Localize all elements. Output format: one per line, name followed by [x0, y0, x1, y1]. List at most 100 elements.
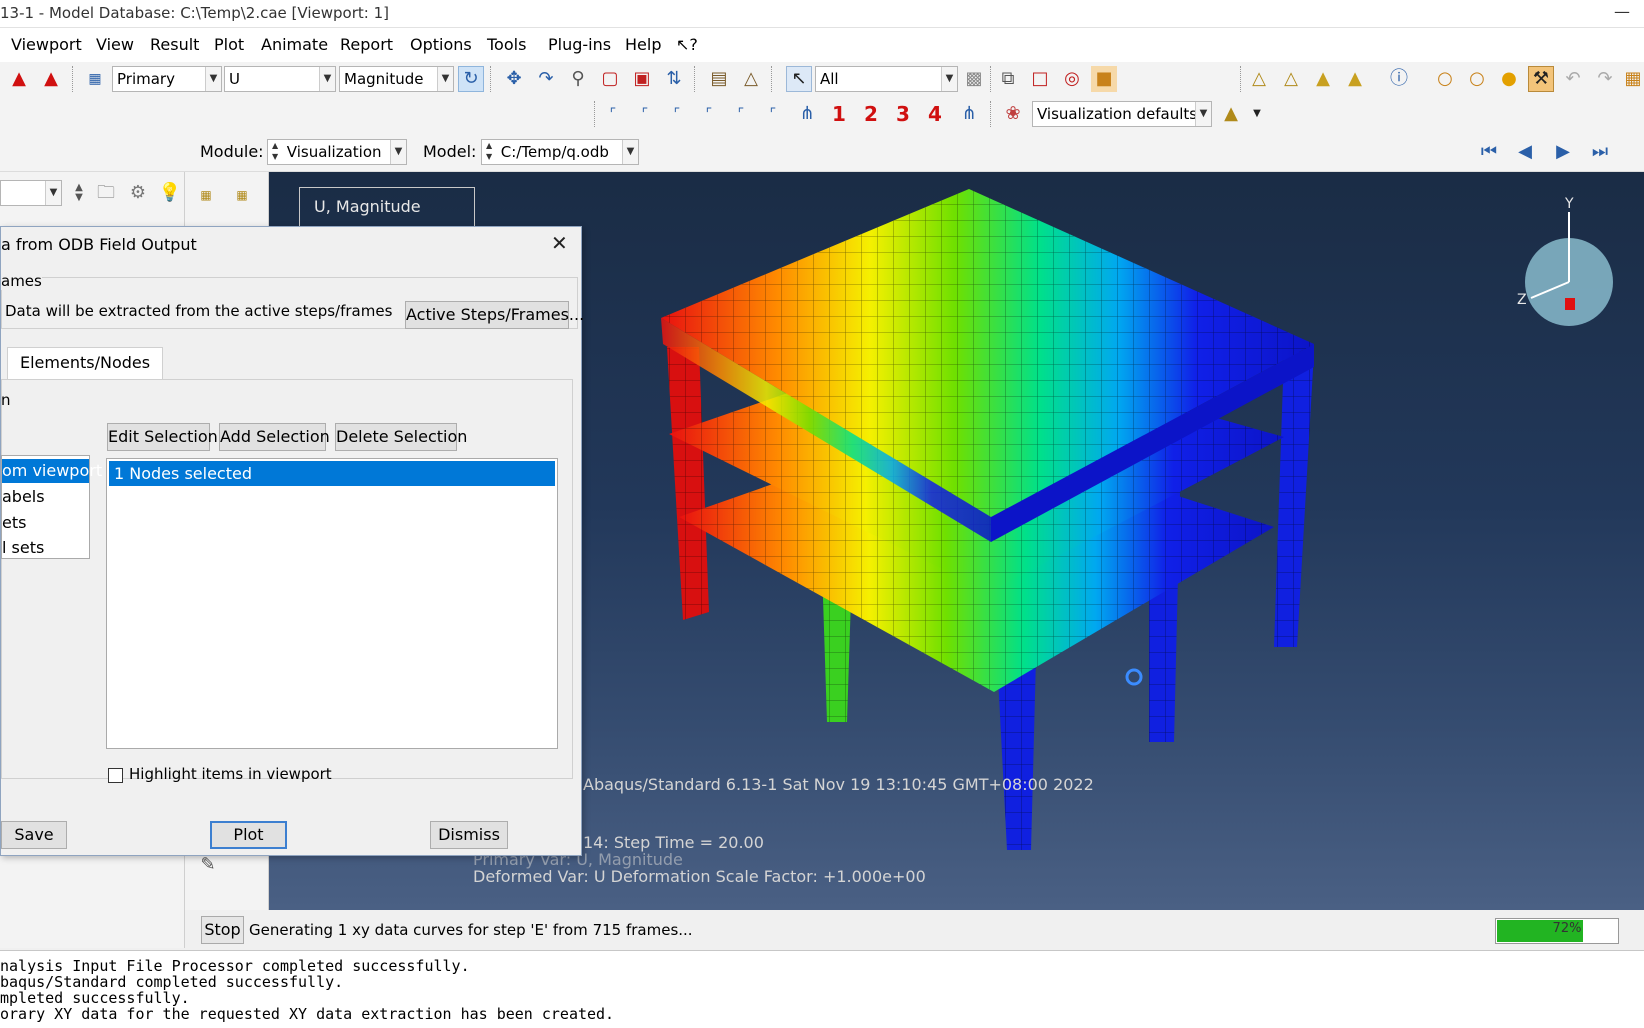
view-front-icon[interactable]: ⌜ [600, 101, 626, 127]
chevron-down-icon: ▼ [390, 140, 406, 164]
lightbulb-icon[interactable]: 💡 [157, 180, 183, 206]
chevron-down-icon: ▼ [941, 67, 957, 91]
zoom-icon[interactable]: ⚲ [565, 66, 591, 92]
add-selection-button[interactable]: Add Selection [219, 423, 330, 451]
next-frame-icon[interactable]: ▶ [1550, 139, 1576, 165]
model-select[interactable]: ▲ ▼ C:/Temp/q.odb ▼ [481, 139, 639, 165]
close-icon[interactable]: ✕ [551, 231, 568, 255]
module-select[interactable]: ▲ ▼ Visualization ▼ [267, 139, 407, 165]
overlay-icon[interactable]: ○ [1432, 66, 1458, 92]
shaded-icon[interactable]: ▲ [1342, 66, 1368, 92]
step-info: 14: Step Time = 20.00 Primary Var: U, Ma… [473, 834, 926, 885]
view-bottom-icon[interactable]: ⌜ [696, 101, 722, 127]
minimize-button[interactable]: — [1614, 2, 1630, 21]
first-frame-icon[interactable]: ⏮ [1476, 139, 1502, 165]
menu-bar: Viewport View Result Plot Animate Report… [0, 28, 1644, 62]
stop-button[interactable]: Stop [201, 916, 244, 944]
user-view-3-button[interactable]: 3 [890, 101, 916, 127]
menu-options[interactable]: Options [410, 35, 472, 54]
auto-fit-icon[interactable]: ▣ [629, 66, 655, 92]
color-palette-icon[interactable]: ❀ [1000, 101, 1026, 127]
menu-context-help[interactable]: ↖? [676, 35, 698, 54]
replace-selected-icon[interactable]: ⧉ [995, 66, 1021, 92]
viewport-menu-icon[interactable]: ▦ [1620, 66, 1644, 92]
last-frame-icon[interactable]: ⏭ [1587, 139, 1613, 165]
open-odb-icon[interactable]: ▲ [38, 66, 64, 92]
menu-report[interactable]: Report [340, 35, 393, 54]
selected-node-marker[interactable] [1125, 668, 1143, 686]
spin-arrows-icon: ▲ ▼ [486, 141, 493, 161]
list-item[interactable]: l sets [2, 536, 44, 560]
menu-plot[interactable]: Plot [214, 35, 244, 54]
highlight-checkbox[interactable] [108, 768, 123, 783]
sphere-icon[interactable]: ● [1496, 66, 1522, 92]
list-item[interactable]: abels [2, 485, 45, 509]
field-output-icon[interactable]: ▦ [82, 66, 108, 92]
selection-filter-select[interactable]: All ▼ [815, 66, 958, 92]
save-button[interactable]: Save [1, 821, 67, 849]
menu-help[interactable]: Help [625, 35, 661, 54]
dismiss-button[interactable]: Dismiss [430, 821, 508, 849]
output-database-icon[interactable]: ▲ [6, 66, 32, 92]
redo-icon[interactable]: ↷ [1592, 66, 1618, 92]
user-view-2-button[interactable]: 2 [858, 101, 884, 127]
add-selected-icon[interactable]: ◎ [1059, 66, 1085, 92]
method-group-label: n [1, 391, 11, 409]
tree-filter-select[interactable]: ▼ [0, 180, 62, 206]
display-options-select[interactable]: Visualization defaults ▼ [1032, 101, 1212, 127]
remove-selected-icon[interactable]: □ [1027, 66, 1053, 92]
active-steps-button[interactable]: Active Steps/Frames... [405, 301, 584, 329]
render-style-icon[interactable]: ▲ [1218, 101, 1244, 127]
refresh-icon[interactable]: ↻ [458, 66, 484, 92]
display-group-manager-icon[interactable]: ■ [1091, 66, 1117, 92]
menu-result[interactable]: Result [150, 35, 199, 54]
menu-plugins[interactable]: Plug-ins [548, 35, 611, 54]
menu-viewport[interactable]: Viewport [11, 35, 82, 54]
info-icon[interactable]: ⓘ [1386, 66, 1412, 92]
wireframe-icon[interactable]: △ [1246, 66, 1272, 92]
variable-position-select[interactable]: Primary ▼ [112, 66, 222, 92]
select-arrow-icon[interactable]: ↖ [786, 66, 812, 92]
probe-values-icon[interactable]: ▦ [229, 182, 255, 208]
view-top-icon[interactable]: ⌜ [664, 101, 690, 127]
cycle-view-icon[interactable]: ⇅ [661, 66, 687, 92]
list-item[interactable]: ets [2, 511, 26, 535]
probe-labels-icon[interactable]: ▦ [193, 182, 219, 208]
hidden-line-icon[interactable]: △ [1278, 66, 1304, 92]
selection-options-icon[interactable]: ▩ [961, 66, 987, 92]
edit-selection-button[interactable]: Edit Selection [107, 423, 218, 451]
rotate-icon[interactable]: ↷ [533, 66, 559, 92]
previous-frame-icon[interactable]: ◀ [1512, 139, 1538, 165]
selection-list[interactable]: 1 Nodes selected [106, 458, 558, 749]
chevron-down-icon[interactable]: ▼ [1244, 101, 1270, 127]
tab-elements-nodes[interactable]: Elements/Nodes [7, 347, 164, 379]
plot-button[interactable]: Plot [210, 821, 287, 849]
undo-icon[interactable]: ↶ [1560, 66, 1586, 92]
menu-tools[interactable]: Tools [487, 35, 526, 54]
list-item[interactable]: om viewport [2, 459, 102, 483]
selection-method-list[interactable]: om viewport abels ets l sets [1, 455, 102, 560]
view-right-icon[interactable]: ⌜ [760, 101, 786, 127]
list-item[interactable]: 1 Nodes selected [109, 461, 555, 486]
query-mesh-icon[interactable]: ▤ [706, 66, 732, 92]
delete-selection-button[interactable]: Delete Selection [335, 423, 467, 451]
view-iso-icon[interactable]: ⋔ [794, 101, 820, 127]
box-zoom-icon[interactable]: ▢ [597, 66, 623, 92]
view-left-icon[interactable]: ⌜ [728, 101, 754, 127]
hammer-icon[interactable]: ⚒ [1528, 66, 1554, 92]
view-manager-icon[interactable]: ⋔ [956, 101, 982, 127]
filled-icon[interactable]: ▲ [1310, 66, 1336, 92]
user-view-1-button[interactable]: 1 [826, 101, 852, 127]
pan-icon[interactable]: ✥ [501, 66, 527, 92]
variable-select[interactable]: U ▼ [224, 66, 336, 92]
view-back-icon[interactable]: ⌜ [632, 101, 658, 127]
tree-folder-icon[interactable]: 🗀 [93, 180, 119, 206]
sort-arrows-icon[interactable]: ▲ ▼ [66, 180, 92, 206]
tree-options-icon[interactable]: ⚙ [125, 180, 151, 206]
menu-view[interactable]: View [96, 35, 134, 54]
menu-animate[interactable]: Animate [261, 35, 328, 54]
component-select[interactable]: Magnitude ▼ [339, 66, 454, 92]
superimpose-icon[interactable]: ○ [1464, 66, 1490, 92]
user-view-4-button[interactable]: 4 [922, 101, 948, 127]
display-group-icon[interactable]: △ [738, 66, 764, 92]
